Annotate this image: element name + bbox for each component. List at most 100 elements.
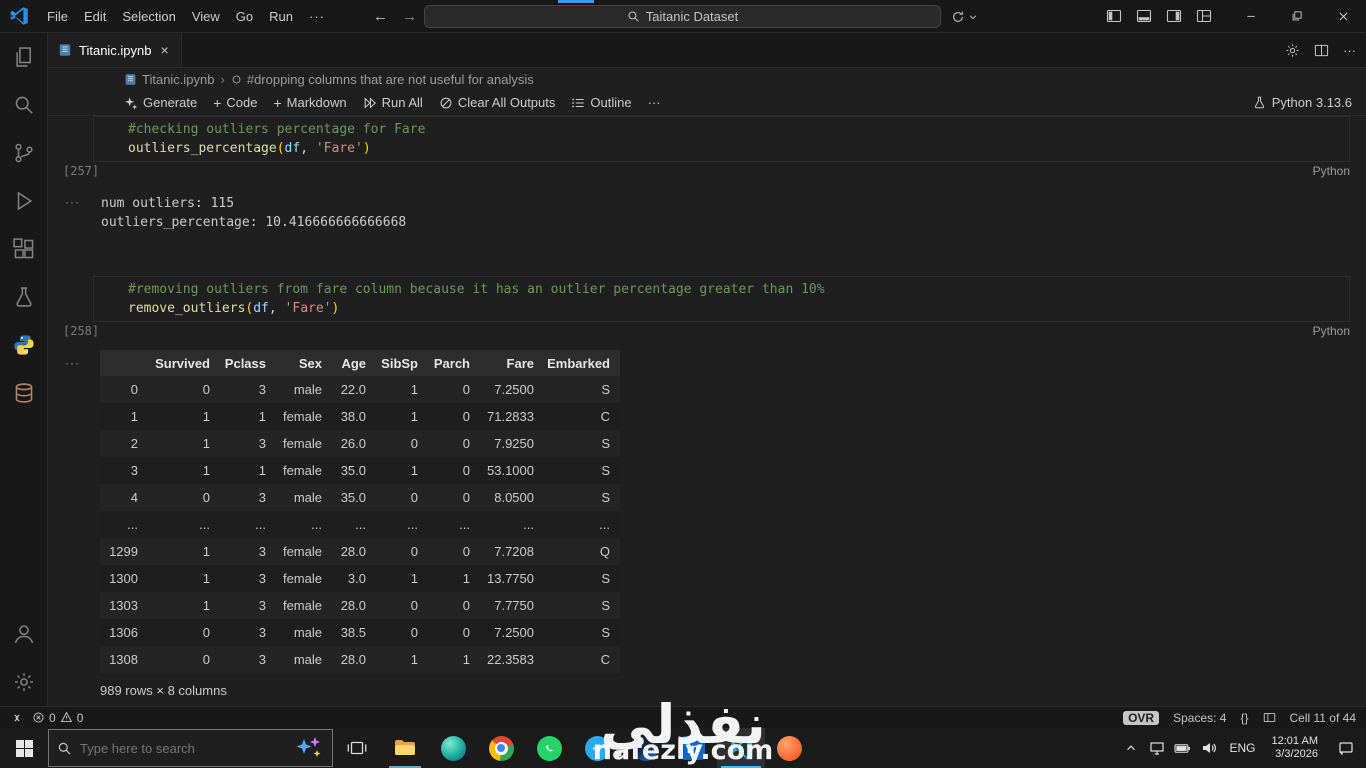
linkedin-button[interactable]: in	[669, 728, 717, 768]
toolbar-more-actions-icon[interactable]: ···	[648, 95, 661, 110]
table-row: 1308 0 3 male 28.0 1 1 22.3583 C	[100, 646, 620, 673]
database-icon[interactable]	[0, 369, 48, 417]
start-button[interactable]	[0, 728, 48, 768]
cell-language-picker[interactable]: Python	[1313, 164, 1350, 178]
table-cell: 3	[258, 652, 266, 667]
table-cell: 13.7750	[487, 571, 534, 586]
run-debug-icon[interactable]	[0, 177, 48, 225]
code-cell-258[interactable]: #removing outliers from fare column beca…	[93, 276, 1350, 322]
table-cell: 7.2500	[494, 625, 534, 640]
menu-item[interactable]: View	[184, 5, 228, 28]
breadcrumb-cell[interactable]: #dropping columns that are not useful fo…	[231, 72, 534, 87]
network-icon[interactable]	[1144, 728, 1170, 768]
back-arrow-icon[interactable]: ←	[373, 8, 388, 25]
code-function: remove_outliers	[128, 301, 246, 316]
table-cell: 0	[410, 598, 418, 613]
menu-item[interactable]: Run	[261, 5, 301, 28]
table-cell: C	[600, 409, 610, 424]
table-cell: 0	[202, 490, 210, 505]
table-cell: female	[282, 598, 322, 613]
menu-item[interactable]: Go	[228, 5, 261, 28]
edge-browser-button[interactable]	[429, 728, 477, 768]
volume-icon[interactable]	[1196, 728, 1222, 768]
battery-icon[interactable]	[1170, 728, 1196, 768]
keyboard-language-indicator[interactable]: ENG	[1222, 741, 1264, 755]
close-window-button[interactable]	[1320, 0, 1366, 33]
menu-overflow-button[interactable]: ···	[301, 5, 333, 28]
python-icon[interactable]	[0, 321, 48, 369]
cell-language-picker[interactable]: Python	[1313, 324, 1350, 338]
layout-icon[interactable]	[1263, 711, 1276, 724]
extensions-icon[interactable]	[0, 225, 48, 273]
tab-close-icon[interactable]: ×	[159, 42, 171, 58]
kernel-picker[interactable]: Python 3.13.6	[1253, 95, 1366, 110]
vscode-window: File Edit Selection View Go Run ··· ← → Taita…	[0, 0, 1366, 768]
clock[interactable]: 12:01 AM 3/3/2026	[1264, 735, 1326, 761]
output-collapse-icon[interactable]: ···	[65, 195, 80, 209]
split-editor-icon[interactable]	[1314, 43, 1329, 58]
problems-indicator[interactable]: 0 0	[32, 711, 83, 725]
braces-indicator[interactable]: {}	[1240, 711, 1248, 725]
account-icon[interactable]	[0, 610, 48, 658]
orange-app-button[interactable]	[765, 728, 813, 768]
file-explorer-button[interactable]	[381, 728, 429, 768]
output-collapse-icon[interactable]: ···	[65, 356, 80, 370]
cell-position-indicator[interactable]: Cell 11 of 44	[1290, 711, 1357, 725]
toggle-panel-icon[interactable]	[1136, 8, 1152, 24]
table-cell: 1306	[109, 625, 138, 640]
table-cell: male	[293, 382, 322, 397]
source-control-icon[interactable]	[0, 129, 48, 177]
explorer-icon[interactable]	[0, 33, 48, 81]
settings-gear-icon[interactable]	[0, 658, 48, 706]
taskbar-search[interactable]	[48, 729, 333, 767]
outline-button[interactable]: Outline	[571, 95, 632, 110]
tray-chevron-up-icon[interactable]	[1118, 728, 1144, 768]
overtype-indicator[interactable]: OVR	[1123, 710, 1160, 725]
whatsapp-button[interactable]	[525, 728, 573, 768]
customize-layout-icon[interactable]	[1196, 8, 1212, 24]
restore-button[interactable]	[1274, 0, 1320, 33]
minimize-button[interactable]	[1228, 0, 1274, 33]
telegram-button[interactable]	[573, 728, 621, 768]
table-row: 1306 0 3 male 38.5 0 0 7.2500 S	[100, 619, 620, 646]
copilot-sparkle-icon[interactable]	[294, 735, 324, 761]
indentation-indicator[interactable]: Spaces: 4	[1173, 711, 1226, 725]
forward-arrow-icon[interactable]: →	[402, 8, 417, 25]
command-center-search[interactable]: Taitanic Dataset	[424, 5, 941, 28]
kernel-restart-dropdown[interactable]	[951, 0, 978, 33]
breadcrumb-file[interactable]: Titanic.ipynb	[124, 72, 215, 87]
folder-icon	[395, 740, 415, 755]
menu-item[interactable]: File	[39, 5, 76, 28]
dataframe-table: Survived Pclass Sex Age SibSp Parch Fare Embark…	[100, 350, 620, 673]
table-cell: 1303	[109, 598, 138, 613]
menu-item[interactable]: Selection	[114, 5, 183, 28]
dark-app-button[interactable]	[621, 728, 669, 768]
date-label: 3/3/2026	[1275, 748, 1318, 760]
add-markdown-button[interactable]: + Markdown	[273, 95, 346, 111]
action-center-button[interactable]	[1326, 728, 1366, 768]
generate-button[interactable]: Generate	[124, 95, 197, 110]
task-view-button[interactable]	[333, 728, 381, 768]
editor-more-actions-icon[interactable]: ···	[1343, 43, 1356, 58]
notebook-settings-gear-icon[interactable]	[1285, 43, 1300, 58]
toggle-sidebar-left-icon[interactable]	[1106, 8, 1122, 24]
add-code-button[interactable]: + Code	[213, 95, 257, 111]
toggle-sidebar-right-icon[interactable]	[1166, 8, 1182, 24]
vscode-taskbar-button[interactable]	[717, 728, 765, 768]
table-header-cell: Pclass	[224, 355, 266, 371]
table-cell: 1300	[109, 571, 138, 586]
run-all-button[interactable]: Run All	[363, 95, 423, 110]
search-input[interactable]	[80, 740, 286, 756]
chrome-button[interactable]	[477, 728, 525, 768]
tab-titanic-ipynb[interactable]: Titanic.ipynb ×	[48, 33, 182, 67]
search-sidebar-icon[interactable]	[0, 81, 48, 129]
task-view-icon	[347, 741, 367, 755]
remote-window-icon[interactable]	[10, 711, 24, 725]
table-cell: 1	[202, 409, 210, 424]
menu-item[interactable]: Edit	[76, 5, 114, 28]
testing-beaker-icon[interactable]	[0, 273, 48, 321]
progress-bar	[558, 0, 594, 3]
table-header-cell: Parch	[433, 355, 470, 371]
clear-all-outputs-button[interactable]: Clear All Outputs	[439, 95, 555, 110]
code-cell-257[interactable]: #checking outliers percentage for Fare o…	[93, 116, 1350, 162]
